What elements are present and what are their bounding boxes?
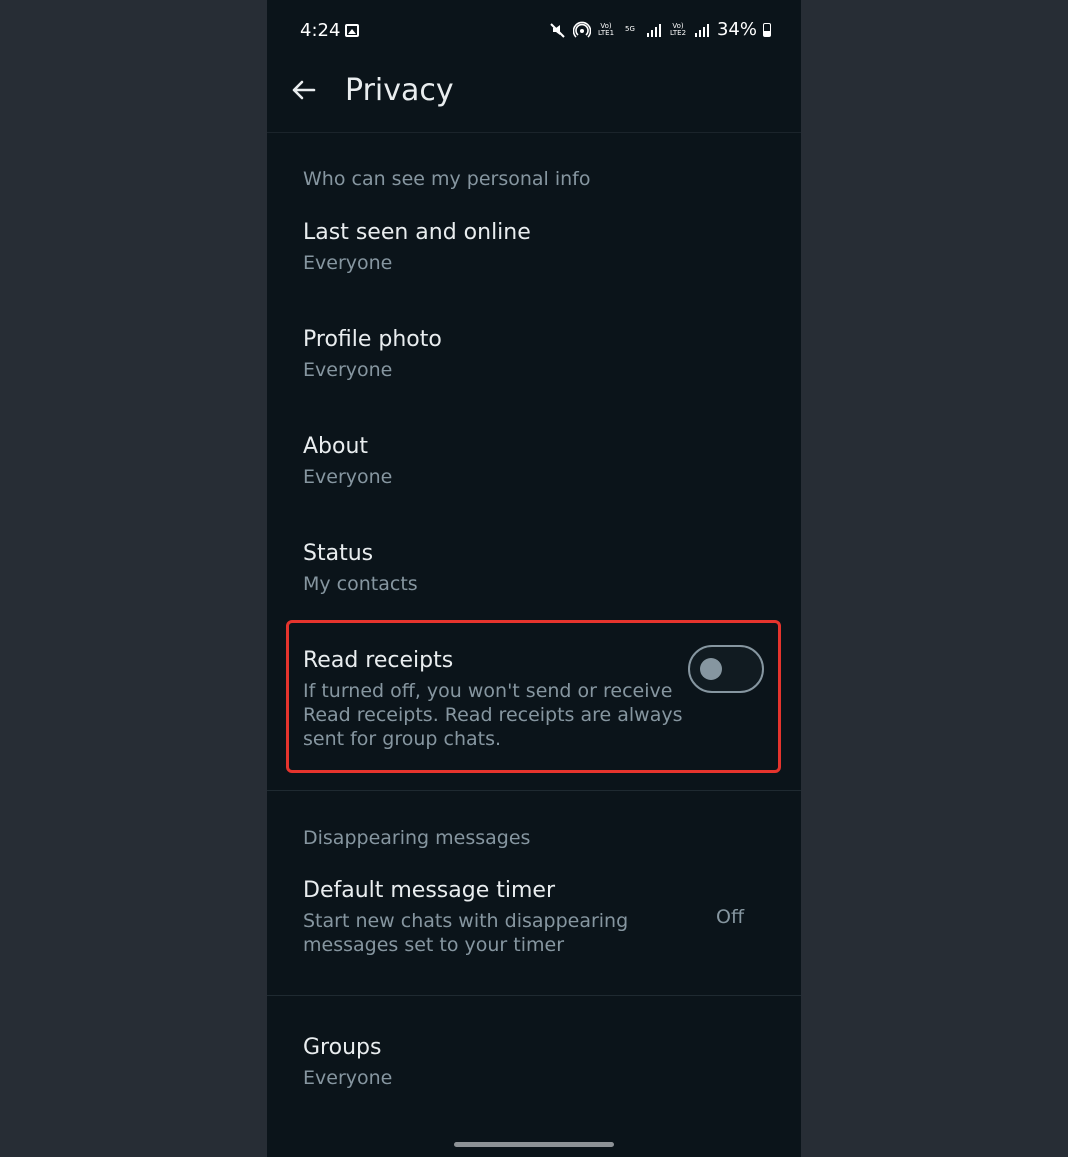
row-title: Status (303, 541, 374, 566)
row-value: Everyone (303, 466, 393, 488)
about-row[interactable]: About Everyone (267, 424, 801, 514)
groups-row[interactable]: Groups Everyone (267, 1025, 801, 1115)
page-title: Privacy (345, 73, 454, 108)
row-title: About (303, 434, 369, 459)
timer-description: Start new chats with disappearing messag… (303, 910, 629, 956)
status-bar: 4:24 Vo) LTE1 5G Vo) LTE2 34% (267, 0, 801, 60)
highlight-annotation-box (286, 620, 781, 773)
status-icons: Vo) LTE1 5G Vo) LTE2 34% (549, 19, 771, 40)
gesture-nav-handle[interactable] (454, 1142, 614, 1147)
phone-screen: 4:24 Vo) LTE1 5G Vo) LTE2 34% Privacy Wh… (267, 0, 801, 1157)
row-value: My contacts (303, 573, 418, 595)
battery-percent: 34% (716, 19, 757, 40)
back-arrow-icon[interactable] (287, 74, 319, 106)
volte1-label: Vo) LTE1 (597, 21, 615, 37)
section-divider (267, 995, 801, 996)
network-5g-label: 5G (625, 25, 635, 33)
section-header-disappearing: Disappearing messages (303, 827, 531, 849)
status-row[interactable]: Status My contacts (267, 531, 801, 621)
section-divider (267, 790, 801, 791)
row-title: Last seen and online (303, 220, 531, 245)
status-time: 4:24 (300, 20, 341, 41)
row-value: Everyone (303, 1067, 393, 1089)
profile-photo-row[interactable]: Profile photo Everyone (267, 317, 801, 407)
gallery-notification-icon (345, 24, 359, 37)
signal-icon-2 (694, 23, 709, 37)
app-bar: Privacy (267, 60, 801, 133)
battery-icon (763, 22, 771, 37)
row-title: Default message timer (303, 878, 555, 903)
hotspot-icon (572, 21, 591, 38)
row-value: Everyone (303, 252, 393, 274)
row-title: Profile photo (303, 327, 442, 352)
last-seen-row[interactable]: Last seen and online Everyone (267, 210, 801, 300)
timer-value: Off (716, 906, 745, 928)
row-title: Groups (303, 1035, 382, 1060)
section-header-personal-info: Who can see my personal info (303, 168, 591, 190)
volte2-label: Vo) LTE2 (669, 21, 687, 37)
signal-icon (646, 23, 661, 37)
mute-icon (550, 22, 565, 38)
row-value: Everyone (303, 359, 393, 381)
